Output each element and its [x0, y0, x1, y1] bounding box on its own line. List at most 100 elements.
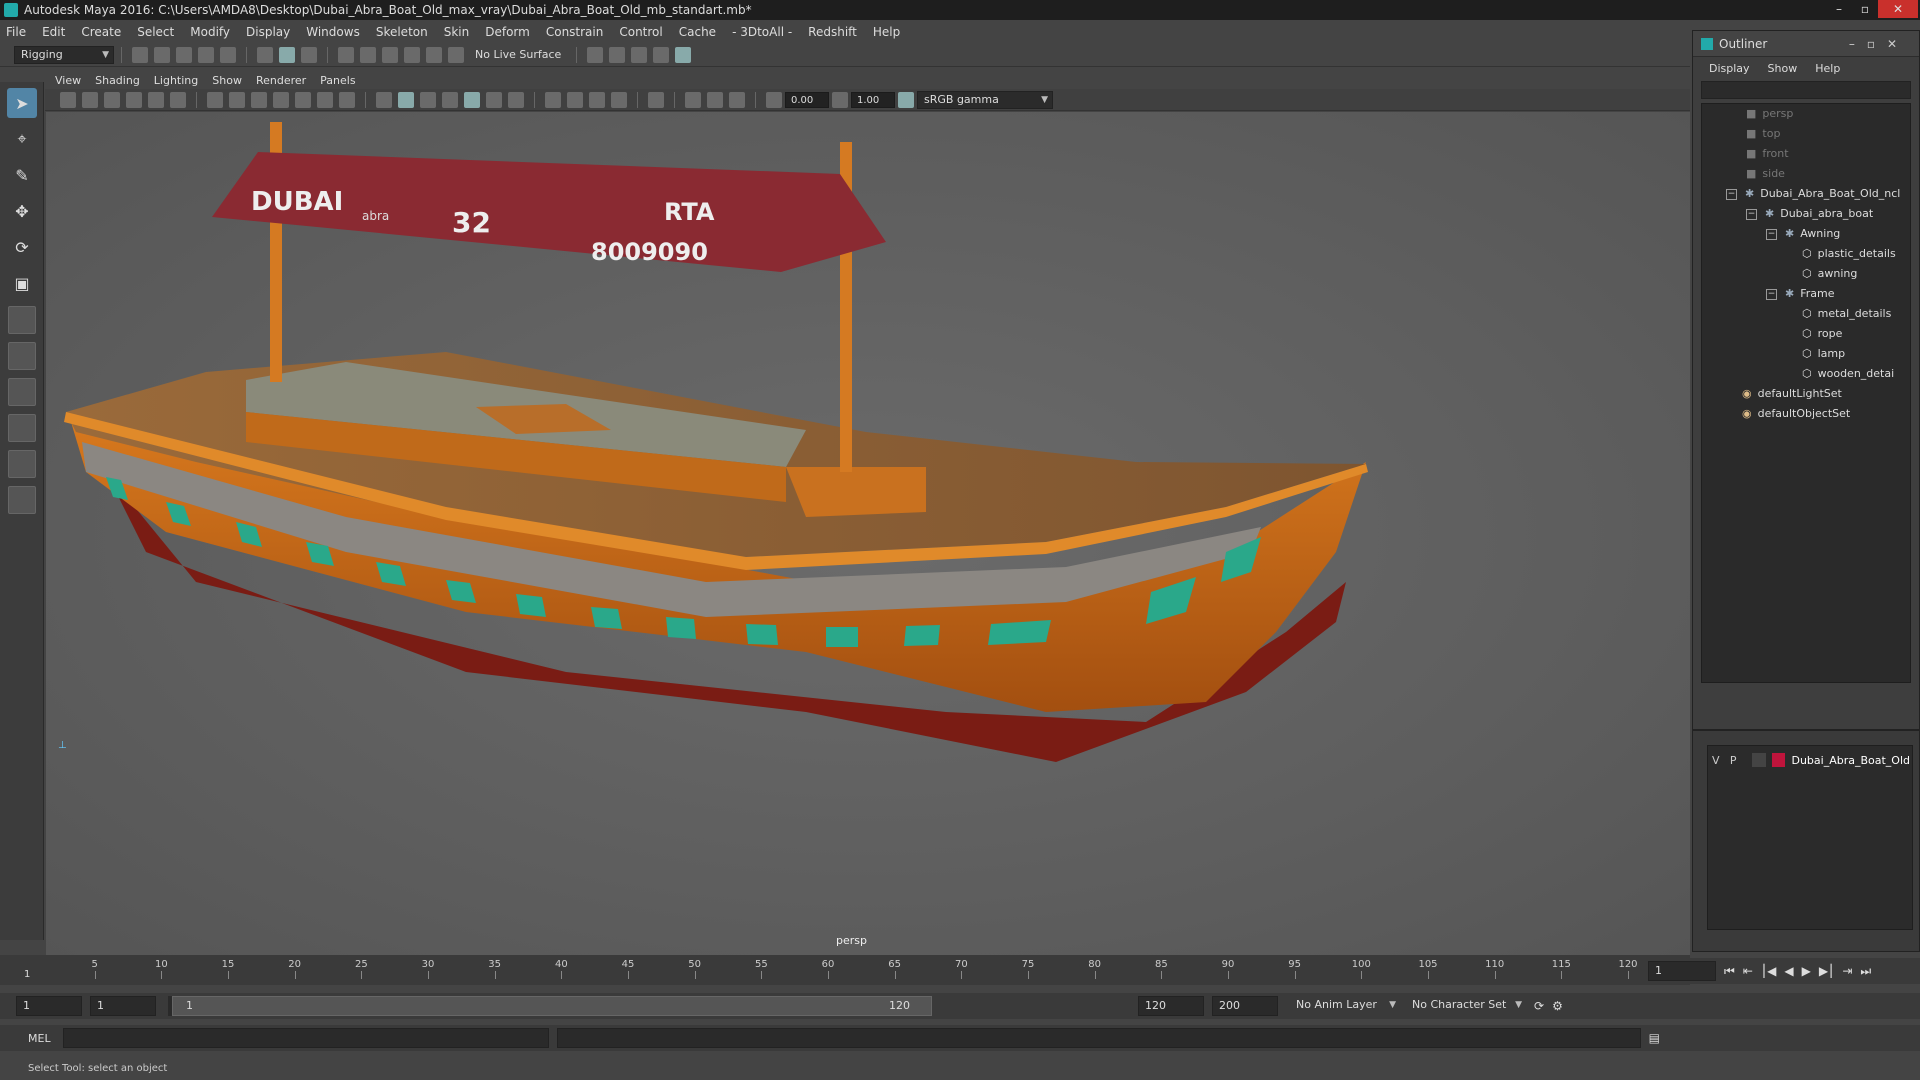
menu-modify[interactable]: Modify — [190, 25, 230, 39]
snap-curve-icon[interactable] — [360, 46, 376, 63]
two-pane-layout-icon[interactable] — [8, 378, 36, 406]
snap-point-icon[interactable] — [382, 46, 398, 63]
hypershade-layout-icon[interactable] — [8, 486, 36, 514]
select-tool-icon[interactable]: ➤ — [7, 88, 37, 118]
outliner-menu-display[interactable]: Display — [1709, 62, 1750, 75]
bookmark-icon[interactable] — [104, 91, 120, 108]
ipr-render-icon[interactable] — [631, 46, 648, 63]
step-forward-frame-icon[interactable]: ▶⎮ — [1819, 964, 1834, 978]
scene-end-field[interactable]: 200 — [1212, 996, 1278, 1016]
hypershade-icon[interactable] — [675, 46, 692, 63]
make-live-icon[interactable] — [426, 46, 442, 63]
menu-redshift[interactable]: Redshift — [808, 25, 857, 39]
perspective-viewport[interactable]: DUBAI abra 32 RTA 8009090 ⊥ persp — [46, 112, 1690, 955]
close-button[interactable]: ✕ — [1878, 0, 1918, 18]
render-view-icon[interactable] — [587, 46, 604, 63]
mel-label[interactable]: MEL — [28, 1032, 51, 1045]
menu-skin[interactable]: Skin — [444, 25, 470, 39]
gate-mask-icon[interactable] — [273, 91, 289, 108]
menu-display[interactable]: Display — [246, 25, 290, 39]
snap-grid-icon[interactable] — [338, 46, 354, 63]
script-editor-icon[interactable]: ▤ — [1649, 1031, 1660, 1045]
time-slider[interactable]: 5 10 15 20 25 30 35 40 45 50 55 60 65 70 75 80 85 90 95 100… — [0, 955, 1690, 985]
textured-icon[interactable] — [464, 91, 480, 108]
outliner-item-lamp[interactable]: ⬡ lamp — [1802, 344, 1845, 364]
outliner-menu-help[interactable]: Help — [1815, 62, 1840, 75]
snap-surface-icon[interactable] — [448, 46, 464, 63]
outliner-item-awning-group[interactable]: − ✱ Awning — [1766, 224, 1840, 244]
smooth-shade-icon[interactable] — [398, 91, 414, 108]
paint-select-tool-icon[interactable]: ✎ — [7, 160, 37, 190]
camera-attributes-icon[interactable] — [82, 91, 98, 108]
outliner-menu-show[interactable]: Show — [1768, 62, 1798, 75]
wireframe-icon[interactable] — [376, 91, 392, 108]
open-scene-icon[interactable] — [154, 46, 170, 63]
select-component-icon[interactable] — [301, 46, 317, 63]
menu-edit[interactable]: Edit — [42, 25, 65, 39]
save-scene-icon[interactable] — [176, 46, 192, 63]
render-settings-icon[interactable] — [653, 46, 670, 63]
layer-visibility-toggle[interactable]: V — [1712, 754, 1730, 767]
outliner-item-default-light-set[interactable]: ◉ defaultLightSet — [1742, 384, 1842, 404]
four-pane-layout-icon[interactable] — [8, 342, 36, 370]
playback-end-field[interactable]: 120 — [1138, 996, 1204, 1016]
outliner-item-awning[interactable]: ⬡ awning — [1802, 264, 1857, 284]
outliner-item-boat-group[interactable]: − ✱ Dubai_abra_boat — [1746, 204, 1873, 224]
resolution-gate-icon[interactable] — [251, 91, 267, 108]
xray-components-icon[interactable] — [729, 91, 745, 108]
menu-set-dropdown[interactable]: Rigging ▼ — [14, 45, 114, 64]
collapse-icon[interactable]: − — [1746, 208, 1757, 220]
use-all-lights-icon[interactable] — [486, 91, 502, 108]
menu-3dtoall[interactable]: - 3DtoAll - — [732, 25, 792, 39]
command-input[interactable] — [62, 1028, 549, 1048]
film-gate-icon[interactable] — [229, 91, 245, 108]
current-frame-field[interactable]: 1 — [1648, 961, 1716, 981]
outliner-item-plastic-details[interactable]: ⬡ plastic_details — [1802, 244, 1896, 264]
layer-type-box[interactable] — [1751, 753, 1766, 767]
ambient-occlusion-icon[interactable] — [545, 91, 561, 108]
move-tool-icon[interactable]: ✥ — [7, 196, 37, 226]
xray-joints-icon[interactable] — [707, 91, 723, 108]
safe-title-icon[interactable] — [339, 91, 355, 108]
isolate-select-icon[interactable] — [648, 91, 664, 108]
animation-preferences-icon[interactable]: ⚙ — [1552, 999, 1563, 1013]
maximize-button[interactable]: ▫ — [1852, 0, 1878, 18]
grease-pencil-icon[interactable] — [170, 91, 186, 108]
outliner-item-top[interactable]: ■ top — [1746, 124, 1780, 144]
step-forward-key-icon[interactable]: ⇥ — [1842, 964, 1852, 978]
camera-select-icon[interactable] — [60, 91, 76, 108]
menu-skeleton[interactable]: Skeleton — [376, 25, 428, 39]
viewport-menu-renderer[interactable]: Renderer — [256, 74, 306, 87]
step-back-frame-icon[interactable]: ⎮◀ — [1761, 964, 1776, 978]
menu-cache[interactable]: Cache — [679, 25, 716, 39]
graph-layout-icon[interactable] — [8, 450, 36, 478]
grid-icon[interactable] — [207, 91, 223, 108]
menu-windows[interactable]: Windows — [306, 25, 360, 39]
layer-row[interactable]: V P Dubai_Abra_Boat_Old — [1712, 750, 1910, 770]
layer-playback-toggle[interactable]: P — [1730, 754, 1752, 767]
character-set-dropdown[interactable]: No Character Set ▼ — [1406, 997, 1526, 1015]
single-pane-layout-icon[interactable] — [8, 306, 36, 334]
rotate-tool-icon[interactable]: ⟳ — [7, 232, 37, 262]
menu-help[interactable]: Help — [873, 25, 900, 39]
new-scene-icon[interactable] — [132, 46, 148, 63]
wireframe-on-shaded-icon[interactable] — [442, 91, 458, 108]
viewport-menu-show[interactable]: Show — [212, 74, 242, 87]
outliner-item-root-group[interactable]: − ✱ Dubai_Abra_Boat_Old_ncl — [1726, 184, 1900, 204]
auto-key-icon[interactable]: ⟳ — [1534, 999, 1544, 1013]
motion-blur-icon[interactable] — [567, 91, 583, 108]
outliner-window-controls[interactable]: –▫✕ — [1849, 37, 1909, 51]
range-slider[interactable]: 1 120 — [168, 996, 932, 1016]
undo-icon[interactable] — [198, 46, 214, 63]
collapse-icon[interactable]: − — [1766, 288, 1777, 300]
outliner-item-default-object-set[interactable]: ◉ defaultObjectSet — [1742, 404, 1850, 424]
outliner-item-persp[interactable]: ■ persp — [1746, 104, 1793, 124]
play-forward-icon[interactable]: ▶ — [1802, 964, 1811, 978]
outliner-item-side[interactable]: ■ side — [1746, 164, 1785, 184]
anim-layer-dropdown[interactable]: No Anim Layer ▼ — [1290, 997, 1400, 1015]
menu-create[interactable]: Create — [81, 25, 121, 39]
view-transform-dropdown[interactable]: sRGB gamma ▼ — [917, 90, 1053, 109]
redo-icon[interactable] — [220, 46, 236, 63]
render-frame-icon[interactable] — [609, 46, 626, 63]
exposure-icon[interactable] — [766, 91, 782, 108]
